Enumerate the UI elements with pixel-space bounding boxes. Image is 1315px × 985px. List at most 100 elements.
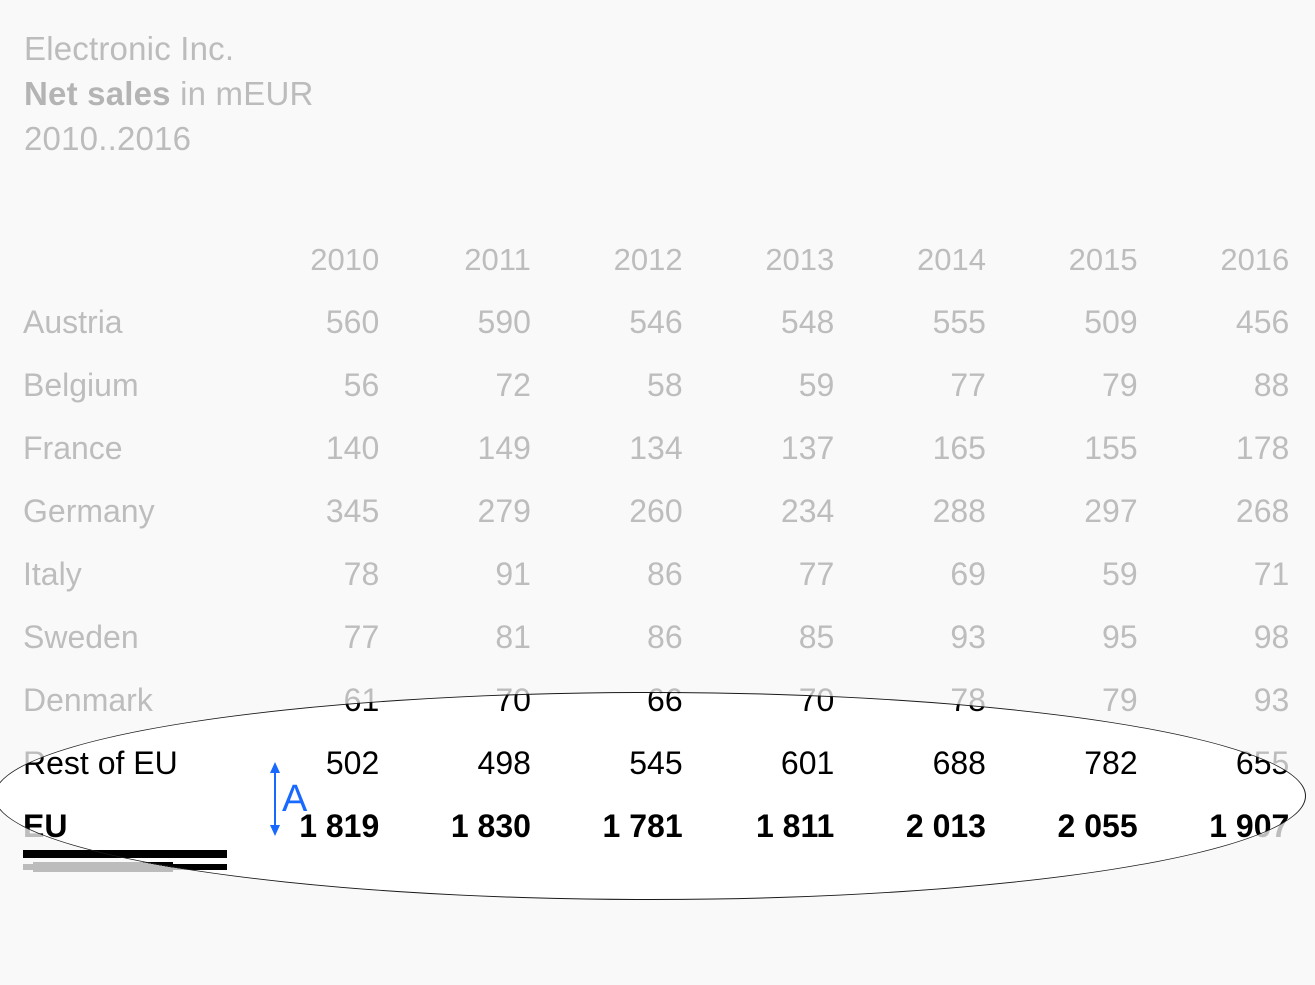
- cell-value: 77: [950, 367, 986, 403]
- cell-2011: 149: [33, 417, 533, 858]
- cell-2011: 72: [33, 354, 533, 858]
- cell-value: 77: [798, 556, 835, 592]
- cell-value: 69: [950, 556, 986, 592]
- cell-value: 297: [1084, 493, 1138, 529]
- cell-2014: 77: [33, 354, 988, 858]
- cell-value: 140: [325, 430, 380, 466]
- cell-2015: 59: [33, 543, 1140, 858]
- cell-2011: 590: [33, 291, 533, 858]
- cell-value: 72: [495, 367, 531, 403]
- cell-2014: 555: [33, 291, 988, 858]
- cell-value: 134: [629, 430, 683, 466]
- highlight-ellipse-fill: [0, 692, 1306, 900]
- cell-value: 137: [780, 430, 835, 466]
- column-header-2013: 2013: [33, 228, 836, 872]
- cell-2014: 69: [33, 543, 988, 858]
- table-row: Italy 78 91 86 77 69 59 71: [23, 543, 1291, 858]
- cell-value: 81: [495, 619, 531, 655]
- cell-value: 178: [1235, 430, 1290, 466]
- column-header-2010: 2010: [33, 228, 381, 872]
- table-row: Austria 560 590 546 548 555 509 456: [23, 291, 1291, 858]
- column-header-2011: 2011: [33, 228, 533, 872]
- cell-2015: 79: [33, 354, 1140, 858]
- cell-2015: 95: [33, 606, 1140, 858]
- cell-2016: 93: [33, 669, 1291, 858]
- cell-2012: 546: [33, 291, 685, 858]
- cell-value: 509: [1084, 304, 1138, 340]
- cell-value: 268: [1235, 493, 1290, 529]
- header-corner: [23, 228, 229, 870]
- cell-2016: 98: [33, 606, 1291, 858]
- cell-2016: 268: [33, 480, 1291, 858]
- cell-value: 260: [629, 493, 683, 529]
- cell-value: 78: [343, 556, 380, 592]
- cell-2016: 88: [33, 354, 1291, 858]
- cell-value: 279: [477, 493, 531, 529]
- column-header-2016: 2016: [33, 228, 1291, 872]
- row-label-italy: Italy: [23, 543, 229, 858]
- row-label-text: Italy: [23, 556, 82, 592]
- row-label-belgium: Belgium: [23, 354, 229, 858]
- cell-value: 548: [780, 304, 835, 340]
- cell-value: 546: [629, 304, 683, 340]
- cell-value: 590: [477, 304, 531, 340]
- cell-2014: 93: [33, 606, 988, 858]
- cell-value: 58: [647, 367, 683, 403]
- cell-value: 93: [950, 619, 986, 655]
- cell-value: 86: [647, 556, 683, 592]
- row-label-austria: Austria: [23, 291, 229, 858]
- cell-value: 165: [932, 430, 986, 466]
- cell-2013: 234: [33, 480, 836, 858]
- column-header-2015: 2015: [33, 228, 1140, 872]
- column-header-2014: 2014: [33, 228, 988, 872]
- cell-2010: 345: [33, 480, 381, 858]
- cell-value: 59: [1102, 556, 1138, 592]
- cell-value: 560: [325, 304, 380, 340]
- cell-2013: 85: [33, 606, 836, 858]
- cell-2012: 86: [33, 543, 685, 858]
- row-label-text: Germany: [23, 493, 155, 529]
- cell-2010: 56: [33, 354, 381, 858]
- metric-unit: in mEUR: [170, 75, 314, 112]
- cell-value: 77: [343, 619, 380, 655]
- row-label-text: France: [23, 430, 123, 466]
- cell-value: 95: [1102, 619, 1138, 655]
- row-label-france: France: [23, 417, 229, 858]
- cell-value: 79: [1102, 367, 1138, 403]
- table-row: Sweden 77 81 86 85 93 95 98: [23, 606, 1291, 858]
- cell-2014: 288: [33, 480, 988, 858]
- cell-value: 98: [1253, 619, 1290, 655]
- table-row: France 140 149 134 137 165 155 178: [23, 417, 1291, 858]
- cell-2012: 134: [33, 417, 685, 858]
- cell-2016: 71: [33, 543, 1291, 858]
- cell-2010: 560: [33, 291, 381, 858]
- cell-value: 149: [477, 430, 531, 466]
- cell-value: 155: [1084, 430, 1138, 466]
- cell-value: 93: [1253, 682, 1290, 718]
- row-label-text: Austria: [23, 304, 123, 340]
- cell-2013: 59: [33, 354, 836, 858]
- table-row: Germany 345 279 260 234 288 297 268: [23, 480, 1291, 858]
- cell-value: 91: [495, 556, 531, 592]
- table-row: Belgium 56 72 58 59 77 79 88: [23, 354, 1291, 858]
- row-label-sweden: Sweden: [23, 606, 229, 858]
- cell-value: 88: [1253, 367, 1290, 403]
- table-header: 2010 2011 2012 2013 2014 2015 2016: [23, 228, 1291, 872]
- cell-2010: 77: [33, 606, 381, 858]
- header-row: 2010 2011 2012 2013 2014 2015 2016: [23, 228, 1291, 872]
- cell-value: 86: [647, 619, 683, 655]
- cell-2013: 137: [33, 417, 836, 858]
- period-label: 2010..2016: [24, 120, 192, 157]
- cell-value: 288: [932, 493, 986, 529]
- column-header-2012: 2012: [33, 228, 685, 872]
- cell-value: 456: [1235, 304, 1290, 340]
- cell-value: 345: [325, 493, 380, 529]
- cell-2015: 509: [33, 291, 1140, 858]
- cell-2010: 78: [33, 543, 381, 858]
- title-block: Electronic Inc. Net sales in mEUR 2010..…: [24, 26, 314, 161]
- cell-2015: 297: [33, 480, 1140, 858]
- cell-2016: 178: [33, 417, 1291, 858]
- cell-value: 85: [798, 619, 835, 655]
- metric-name: Net sales: [24, 75, 171, 112]
- cell-2012: 58: [33, 354, 685, 858]
